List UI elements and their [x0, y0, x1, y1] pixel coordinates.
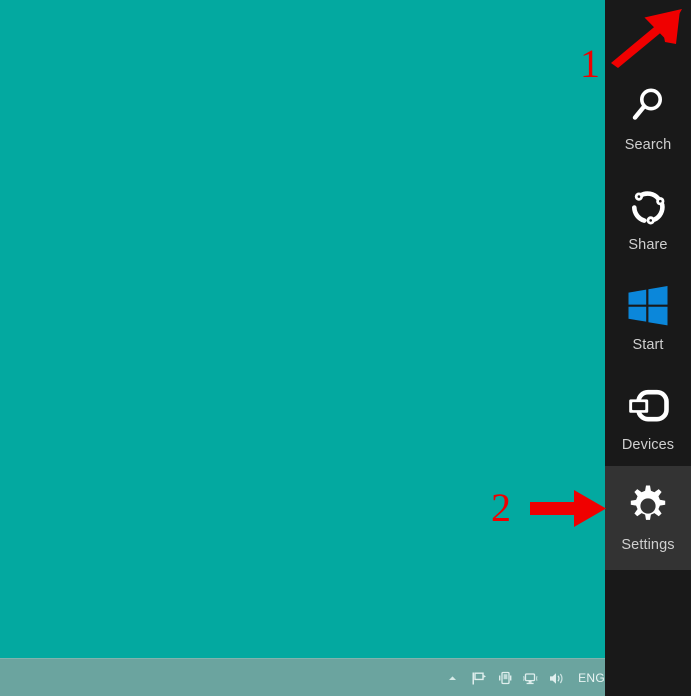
- charm-item-settings[interactable]: Settings: [605, 466, 691, 570]
- gear-icon: [625, 483, 671, 529]
- annotation-arrow-right: [530, 488, 608, 532]
- system-tray: ENG: [444, 659, 605, 696]
- share-circle-icon: [625, 183, 671, 229]
- charm-item-devices[interactable]: Devices: [605, 366, 691, 470]
- annotation-number-2: 2: [491, 485, 511, 530]
- annotation-arrow-up-right: [608, 6, 690, 68]
- charm-item-share[interactable]: Share: [605, 166, 691, 270]
- charm-item-start[interactable]: Start: [605, 266, 691, 370]
- magnifier-icon: [625, 83, 671, 129]
- charm-label-devices: Devices: [621, 437, 675, 454]
- annotation-number-1: 1: [580, 41, 600, 86]
- taskbar: ENG: [0, 658, 691, 696]
- charm-label-start: Start: [632, 337, 664, 354]
- language-indicator[interactable]: ENG: [578, 671, 605, 685]
- flag-icon[interactable]: [470, 670, 487, 687]
- usb-device-icon[interactable]: [496, 670, 513, 687]
- charm-label-share: Share: [628, 237, 668, 254]
- charm-item-search[interactable]: Search: [605, 66, 691, 170]
- screenshot-root: ENG Search Share Start Devices Settings …: [0, 0, 691, 696]
- desktop-background: [0, 0, 691, 658]
- speaker-icon[interactable]: [548, 670, 565, 687]
- windows-logo-icon: [625, 283, 671, 329]
- charm-label-settings: Settings: [621, 537, 675, 554]
- charm-label-search: Search: [624, 137, 672, 154]
- charms-bar: Search Share Start Devices Settings: [605, 0, 691, 696]
- devices-icon: [625, 383, 671, 429]
- network-monitor-icon[interactable]: [522, 670, 539, 687]
- chevron-up-icon[interactable]: [444, 670, 461, 687]
